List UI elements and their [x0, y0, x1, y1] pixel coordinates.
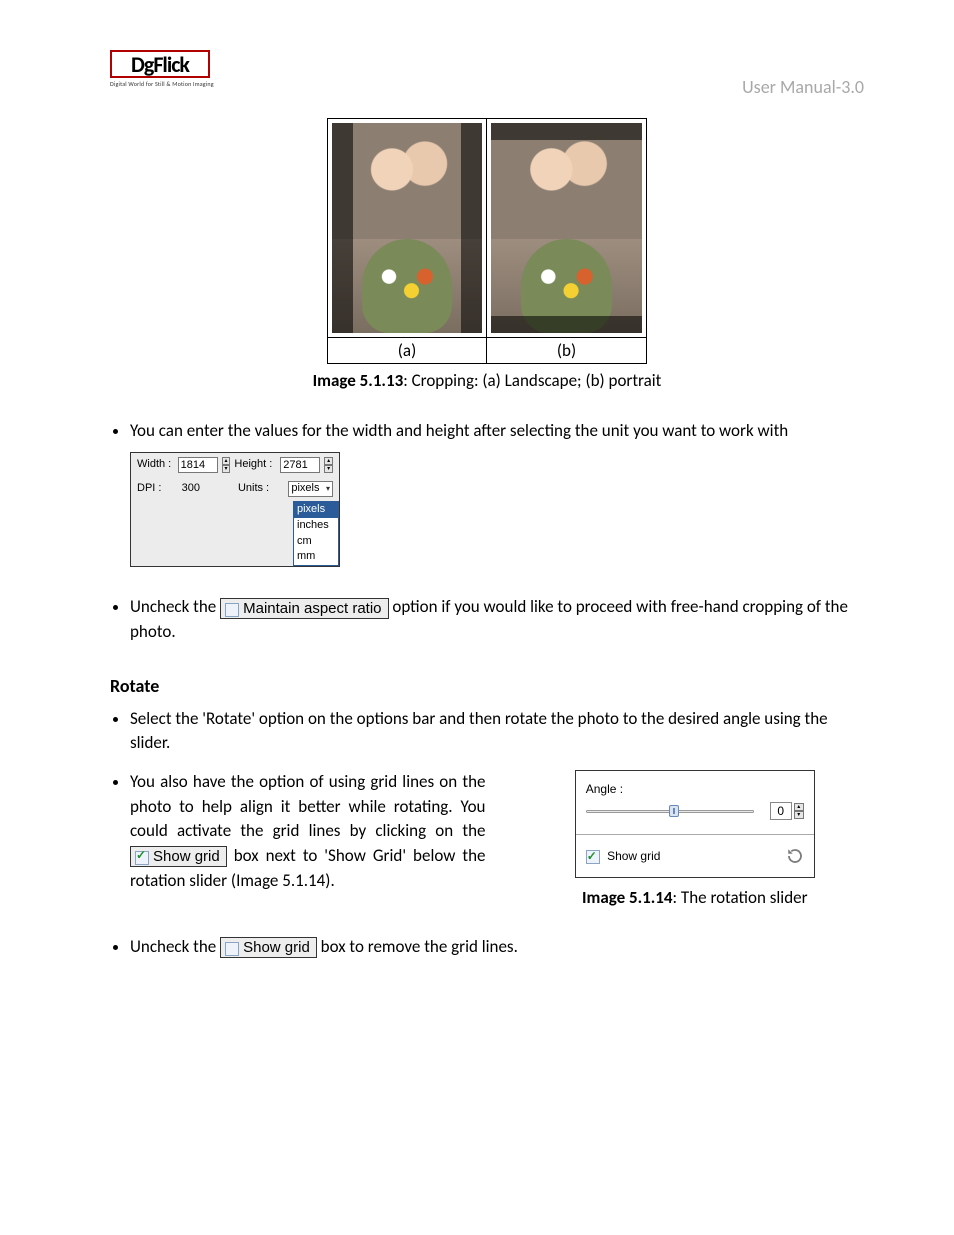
checkbox-checked-icon [135, 851, 149, 865]
units-option-mm[interactable]: mm [294, 549, 338, 565]
angle-label: Angle : [586, 781, 804, 798]
manual-version: User Manual-3.0 [742, 76, 864, 98]
figure-caption-2: Image 5.1.14: The rotation slider [582, 886, 808, 911]
logo-tagline: Digital World for Still & Motion Imaging [110, 80, 214, 88]
angle-spinner[interactable]: ▴▾ [794, 803, 804, 819]
show-grid-label: Show grid [607, 849, 660, 863]
logo-text: DgFlick [131, 51, 189, 78]
chip-label: Show grid [243, 939, 310, 956]
rotate-heading: Rotate [110, 675, 864, 697]
height-input[interactable] [280, 457, 320, 473]
logo-mark: DgFlick [110, 50, 210, 78]
bullet-rotate-slider: Select the 'Rotate' option on the option… [130, 707, 864, 756]
units-option-cm[interactable]: cm [294, 534, 338, 550]
width-label: Width : [137, 457, 174, 473]
width-input[interactable] [178, 457, 218, 473]
text-after: box to remove the grid lines. [321, 936, 518, 957]
fig-label-b: (b) [487, 338, 646, 363]
caption-text: : The rotation slider [673, 887, 808, 908]
text-before: You also have the option of using grid l… [130, 771, 485, 841]
bullet-grid-lines: You also have the option of using grid l… [130, 770, 864, 911]
angle-slider[interactable]: 0 ▴▾ [586, 808, 804, 814]
crop-example-portrait [487, 119, 646, 337]
crop-example-landscape [328, 119, 487, 337]
show-grid-chip-checked[interactable]: Show grid [130, 846, 227, 867]
slider-thumb-icon[interactable] [669, 805, 679, 817]
maintain-aspect-ratio-chip[interactable]: Maintain aspect ratio [220, 598, 388, 619]
units-select[interactable]: pixels [288, 481, 333, 497]
units-option-inches[interactable]: inches [294, 518, 338, 534]
bullet-enter-values: You can enter the values for the width a… [130, 419, 864, 567]
caption-text: : Cropping: (a) Landscape; (b) portrait [403, 370, 661, 391]
logo: DgFlick Digital World for Still & Motion… [110, 50, 214, 88]
reset-rotation-icon[interactable] [786, 847, 804, 865]
units-value: pixels [291, 481, 319, 497]
dimensions-panel: Width : ▴▾ Height : ▴▾ DPI : 300 Units :… [130, 452, 340, 568]
checkbox-icon [225, 603, 239, 617]
figure-cropping: (a) (b) [327, 118, 647, 364]
chip-label: Show grid [153, 848, 220, 865]
bullet-text: Select the 'Rotate' option on the option… [130, 708, 828, 754]
fig-label-a: (a) [328, 338, 487, 363]
dpi-label: DPI : [137, 481, 178, 497]
show-grid-toggle[interactable]: Show grid [586, 848, 661, 865]
width-spinner[interactable]: ▴▾ [222, 457, 231, 473]
text-before: Uncheck the [130, 596, 220, 617]
text-before: Uncheck the [130, 936, 220, 957]
bullet-text: You can enter the values for the width a… [130, 420, 788, 441]
checkbox-icon [225, 942, 239, 956]
bullet-maintain-aspect: Uncheck the Maintain aspect ratio option… [130, 595, 864, 644]
bullet-uncheck-grid: Uncheck the Show grid box to remove the … [130, 935, 864, 960]
units-option-pixels[interactable]: pixels [294, 502, 338, 518]
dpi-value: 300 [182, 481, 221, 497]
height-label: Height : [234, 457, 276, 473]
units-dropdown[interactable]: pixels inches cm mm [293, 501, 339, 567]
units-label: Units : [238, 481, 284, 497]
page-header: DgFlick Digital World for Still & Motion… [110, 50, 864, 98]
height-spinner[interactable]: ▴▾ [324, 457, 333, 473]
checkbox-checked-icon [586, 850, 600, 864]
figure-caption-1: Image 5.1.13: Cropping: (a) Landscape; (… [110, 370, 864, 391]
show-grid-chip-unchecked[interactable]: Show grid [220, 937, 317, 958]
angle-value[interactable]: 0 [770, 802, 792, 820]
caption-id: Image 5.1.13 [313, 370, 404, 391]
rotation-panel: Angle : 0 ▴▾ Show grid [575, 770, 815, 878]
caption-id: Image 5.1.14 [582, 887, 673, 908]
chip-label: Maintain aspect ratio [243, 600, 381, 617]
